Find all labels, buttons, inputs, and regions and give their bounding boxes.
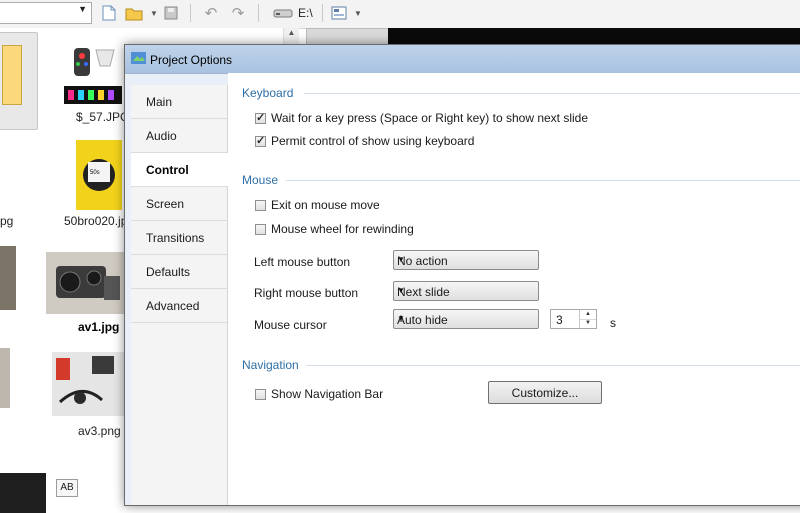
keyboard-section-title: Keyboard bbox=[242, 86, 294, 100]
tab-defaults[interactable]: Defaults bbox=[131, 255, 227, 289]
tab-advanced[interactable]: Advanced bbox=[131, 289, 227, 323]
project-options-dialog: Project Options Main Audio Control Scree… bbox=[124, 44, 800, 506]
drive-label[interactable]: E:\ bbox=[298, 6, 313, 20]
svg-text:50s: 50s bbox=[90, 170, 100, 176]
control-settings-panel: Keyboard Wait for a key press (Space or … bbox=[228, 73, 800, 505]
file-thumbnail[interactable]: 50s bbox=[76, 140, 122, 210]
mouse-cursor-label: Mouse cursor bbox=[254, 318, 327, 332]
app-icon bbox=[131, 51, 146, 65]
spinner-buttons: ▲ ▼ bbox=[579, 310, 596, 328]
selected-thumbnail[interactable] bbox=[0, 32, 38, 130]
tab-audio[interactable]: Audio bbox=[131, 119, 227, 153]
toolbar-separator bbox=[190, 4, 191, 22]
left-button-label: Left mouse button bbox=[254, 255, 351, 269]
chevron-down-icon: ▼ bbox=[397, 286, 405, 295]
show-nav-bar-option[interactable]: Show Navigation Bar bbox=[255, 387, 383, 401]
redo-icon[interactable]: ↷ bbox=[228, 3, 248, 23]
tab-label: Control bbox=[146, 163, 189, 177]
chevron-down-icon[interactable]: ▼ bbox=[78, 4, 87, 14]
tab-control[interactable]: Control bbox=[131, 153, 228, 187]
file-thumbnail[interactable] bbox=[0, 246, 16, 310]
show-nav-bar-label[interactable]: Show Navigation Bar bbox=[271, 387, 383, 401]
tab-label: Transitions bbox=[146, 231, 205, 245]
section-divider bbox=[304, 93, 800, 94]
toolbar-separator bbox=[322, 4, 323, 22]
permit-keyboard-option[interactable]: Permit control of show using keyboard bbox=[255, 134, 474, 148]
seconds-unit-label: s bbox=[610, 316, 616, 330]
wait-key-label[interactable]: Wait for a key press (Space or Right key… bbox=[271, 111, 588, 125]
view-icon[interactable] bbox=[329, 3, 349, 23]
chevron-down-icon: ▼ bbox=[397, 255, 405, 264]
file-thumbnail[interactable] bbox=[46, 252, 124, 314]
wheel-rewind-option[interactable]: Mouse wheel for rewinding bbox=[255, 222, 414, 236]
exit-on-move-checkbox[interactable] bbox=[255, 199, 266, 211]
tab-label: Advanced bbox=[146, 299, 200, 313]
permit-keyboard-label[interactable]: Permit control of show using keyboard bbox=[271, 134, 474, 148]
spin-down-icon[interactable]: ▼ bbox=[580, 319, 596, 328]
tab-label: Audio bbox=[146, 129, 177, 143]
show-nav-bar-checkbox[interactable] bbox=[255, 388, 266, 400]
tab-label: Main bbox=[146, 95, 173, 109]
right-button-select[interactable]: Next slide ▼ bbox=[393, 281, 539, 301]
customize-button-label: Customize... bbox=[511, 386, 579, 400]
section-divider bbox=[286, 180, 800, 181]
right-button-label: Right mouse button bbox=[254, 286, 359, 300]
mouse-cursor-select[interactable]: Auto hide ▼ bbox=[393, 309, 539, 329]
open-folder-icon[interactable] bbox=[124, 3, 144, 23]
exit-on-move-label[interactable]: Exit on mouse move bbox=[271, 198, 380, 212]
tab-label: Screen bbox=[146, 197, 185, 211]
file-name[interactable]: $_57.JPG bbox=[76, 110, 129, 124]
tab-label: Defaults bbox=[146, 265, 191, 279]
file-name[interactable]: av1.jpg bbox=[78, 320, 119, 334]
timeline-strip bbox=[0, 473, 46, 513]
navigation-section-title: Navigation bbox=[242, 358, 299, 372]
file-name[interactable]: av3.png bbox=[78, 424, 121, 438]
left-button-select[interactable]: No action ▼ bbox=[393, 250, 539, 270]
wheel-rewind-label[interactable]: Mouse wheel for rewinding bbox=[271, 222, 414, 236]
dialog-titlebar[interactable]: Project Options bbox=[125, 45, 800, 74]
file-thumbnail[interactable] bbox=[52, 352, 124, 416]
section-divider bbox=[306, 365, 800, 366]
options-tab-list: Main Audio Control Screen Transitions De… bbox=[131, 85, 228, 505]
tab-transitions[interactable]: Transitions bbox=[131, 221, 227, 255]
permit-keyboard-checkbox[interactable] bbox=[255, 134, 266, 147]
cursor-hide-seconds-value[interactable]: 3 bbox=[556, 313, 563, 327]
ab-button[interactable]: AB bbox=[56, 479, 78, 497]
undo-icon[interactable]: ↶ bbox=[201, 3, 221, 23]
chevron-down-icon[interactable]: ▼ bbox=[348, 3, 368, 23]
mouse-section-title: Mouse bbox=[242, 173, 279, 187]
customize-button[interactable]: Customize... bbox=[488, 381, 602, 404]
path-combo[interactable]: ▼ bbox=[0, 2, 92, 24]
wait-key-checkbox[interactable] bbox=[255, 111, 266, 124]
new-file-icon[interactable] bbox=[99, 3, 119, 23]
tab-screen[interactable]: Screen bbox=[131, 187, 227, 221]
drive-icon[interactable] bbox=[273, 3, 293, 23]
dialog-title: Project Options bbox=[150, 53, 233, 67]
cursor-hide-seconds-spinner[interactable]: 3 ▲ ▼ bbox=[550, 309, 597, 329]
file-thumbnail[interactable] bbox=[64, 42, 122, 104]
file-name[interactable]: pg bbox=[0, 214, 13, 228]
file-name[interactable]: 50bro020.jp bbox=[64, 214, 127, 228]
wheel-rewind-checkbox[interactable] bbox=[255, 223, 266, 235]
chevron-down-icon: ▼ bbox=[397, 314, 405, 323]
file-thumbnail[interactable] bbox=[0, 348, 10, 408]
toolbar-separator bbox=[258, 4, 259, 22]
exit-on-move-option[interactable]: Exit on mouse move bbox=[255, 198, 380, 212]
save-icon[interactable] bbox=[161, 3, 181, 23]
main-toolbar: ▼ ▼ ↶ ↷ E:\ ▼ bbox=[0, 0, 800, 29]
tab-main[interactable]: Main bbox=[131, 85, 227, 119]
wait-key-option[interactable]: Wait for a key press (Space or Right key… bbox=[255, 111, 588, 125]
